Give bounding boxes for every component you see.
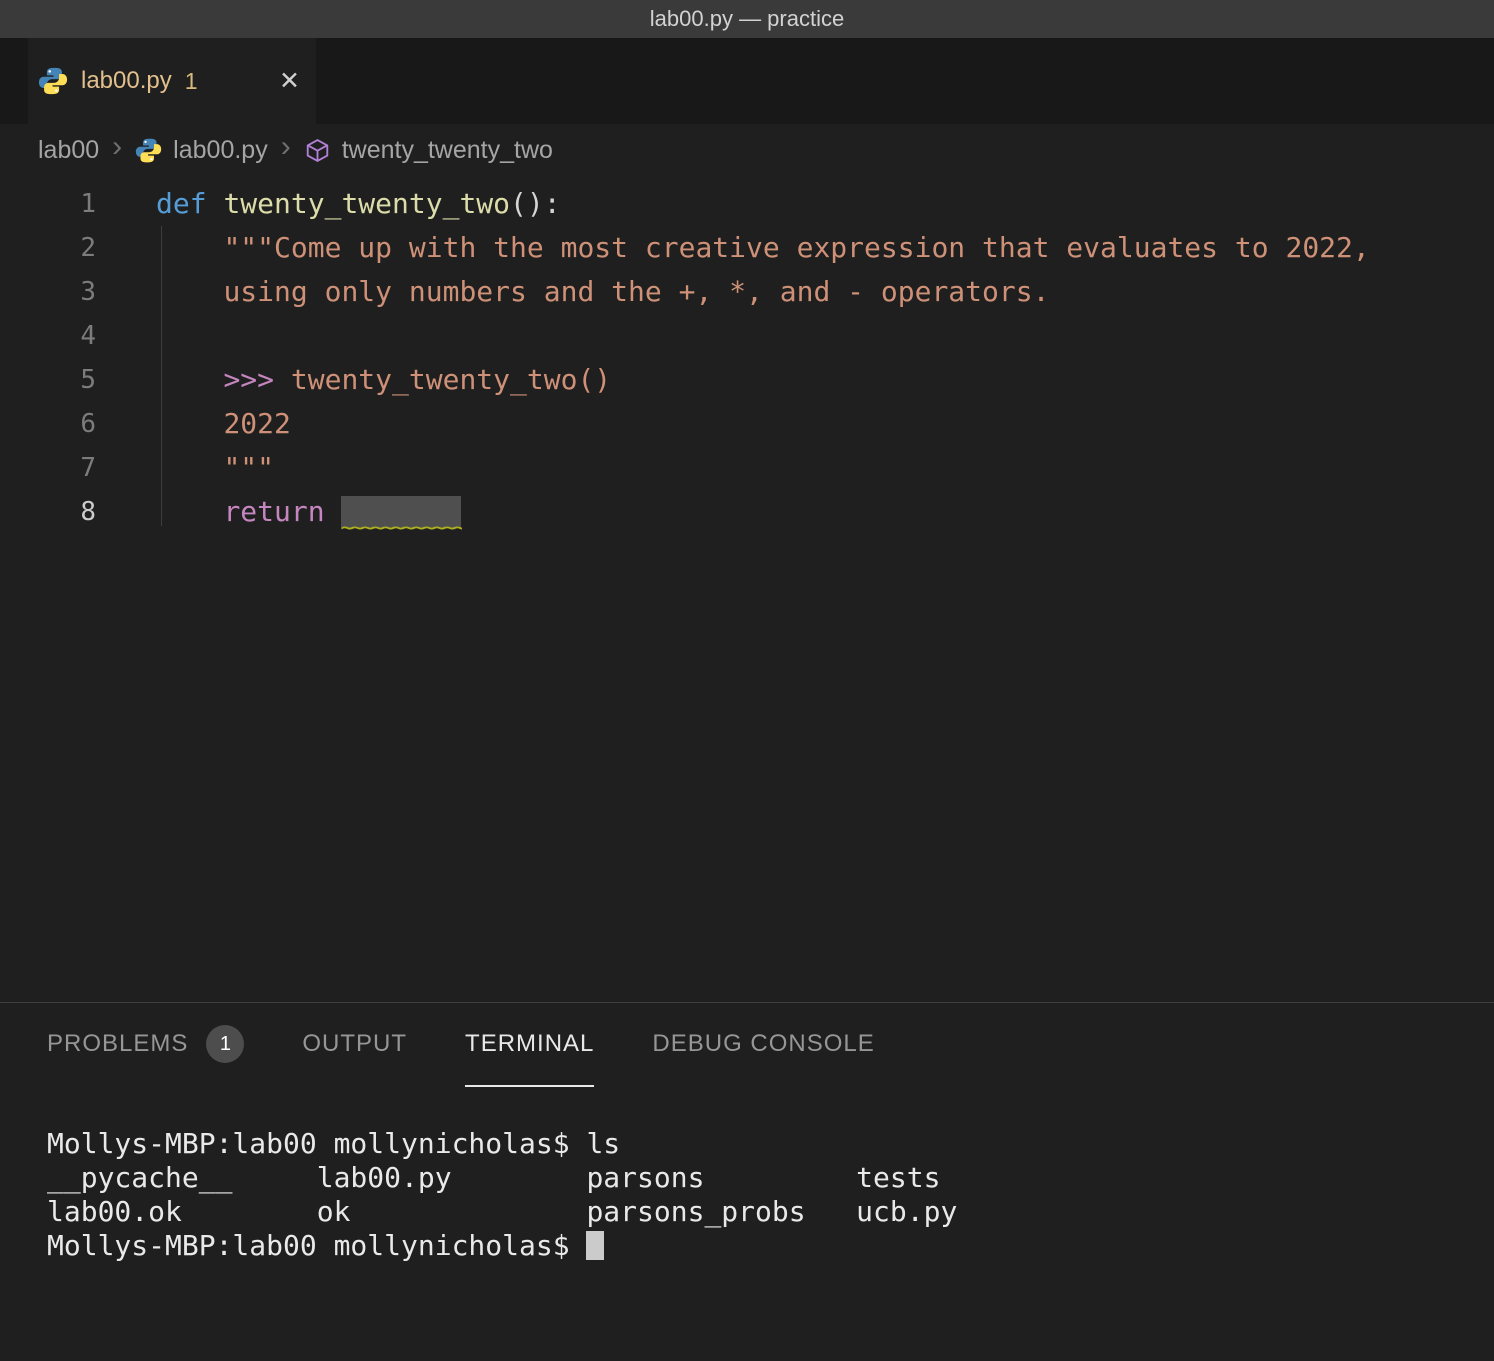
line-number: 7: [0, 446, 96, 490]
code-text: def twenty_twenty_two():: [156, 182, 561, 226]
panel-tab-terminal[interactable]: TERMINAL: [465, 1003, 594, 1087]
code-text: """: [156, 446, 274, 490]
terminal-cursor: [586, 1231, 604, 1260]
code-editor[interactable]: 1def twenty_twenty_two():2 """Come up wi…: [0, 176, 1494, 1002]
code-line[interactable]: 6 2022: [0, 402, 1494, 446]
breadcrumb: lab00 › lab00.py › twenty_twenty_two: [0, 124, 1494, 176]
tab-label: lab00.py: [81, 67, 172, 95]
code-text: return: [156, 490, 461, 534]
terminal-line: __pycache__ lab00.py parsons tests: [47, 1161, 1494, 1195]
terminal-prompt: Mollys-MBP:lab00 mollynicholas$: [47, 1229, 586, 1262]
code-line[interactable]: 7 """: [0, 446, 1494, 490]
chevron-right-icon: ›: [112, 132, 122, 162]
code-line[interactable]: 3 using only numbers and the +, *, and -…: [0, 270, 1494, 314]
code-line[interactable]: 1 def twenty_twenty_two():: [0, 182, 1494, 226]
terminal-line: Mollys-MBP:lab00 mollynicholas$ ls: [47, 1127, 1494, 1161]
panel-tab-problems[interactable]: PROBLEMS 1: [47, 1003, 244, 1087]
line-number: 5: [0, 358, 96, 402]
breadcrumb-item[interactable]: lab00: [38, 136, 99, 165]
code-text: using only numbers and the +, *, and - o…: [156, 270, 1049, 314]
panel-tab-label: DEBUG CONSOLE: [652, 1030, 874, 1058]
terminal-line: lab00.ok ok parsons_probs ucb.py: [47, 1195, 1494, 1229]
python-icon: [135, 137, 162, 164]
panel-tab-label: PROBLEMS: [47, 1030, 188, 1058]
bottom-panel: PROBLEMS 1 OUTPUT TERMINAL DEBUG CONSOLE Mol…: [0, 1002, 1494, 1361]
window-titlebar: lab00.py — practice: [0, 0, 1494, 38]
close-icon[interactable]: ✕: [279, 66, 300, 96]
panel-tab-debug-console[interactable]: DEBUG CONSOLE: [652, 1003, 874, 1087]
breadcrumb-item[interactable]: lab00.py: [173, 136, 268, 165]
panel-tab-output[interactable]: OUTPUT: [302, 1003, 407, 1087]
line-number: 8: [0, 490, 96, 534]
line-number: 4: [0, 314, 96, 358]
breadcrumb-item[interactable]: twenty_twenty_two: [342, 136, 553, 165]
code-text: >>> twenty_twenty_two(): [156, 358, 611, 402]
panel-tab-label: OUTPUT: [302, 1030, 407, 1058]
tab-bar: lab00.py 1 ✕: [0, 38, 1494, 124]
terminal[interactable]: Mollys-MBP:lab00 mollynicholas$ ls__pyca…: [0, 1087, 1494, 1263]
code-text: """Come up with the most creative expres…: [156, 226, 1370, 270]
line-number: 3: [0, 270, 96, 314]
python-icon: [38, 66, 68, 96]
chevron-right-icon: ›: [281, 132, 291, 162]
code-text: 2022: [156, 402, 291, 446]
line-number: 2: [0, 226, 96, 270]
code-line[interactable]: 8 return: [0, 490, 1494, 534]
tab-problems-badge: 1: [185, 68, 198, 95]
indent-guide: [161, 226, 162, 526]
code-line[interactable]: 5 >>> twenty_twenty_two(): [0, 358, 1494, 402]
selection-placeholder-warning: [341, 496, 461, 528]
tab-lab00py[interactable]: lab00.py 1 ✕: [28, 38, 316, 124]
line-number: 6: [0, 402, 96, 446]
terminal-prompt-line: Mollys-MBP:lab00 mollynicholas$: [47, 1229, 1494, 1263]
line-number: 1: [0, 182, 96, 226]
symbol-cube-icon: [304, 137, 331, 164]
window-title: lab00.py — practice: [650, 6, 844, 32]
code-line[interactable]: 4: [0, 314, 1494, 358]
code-line[interactable]: 2 """Come up with the most creative expr…: [0, 226, 1494, 270]
panel-tab-label: TERMINAL: [465, 1030, 594, 1058]
panel-tab-bar: PROBLEMS 1 OUTPUT TERMINAL DEBUG CONSOLE: [0, 1003, 1494, 1087]
problems-count-badge: 1: [206, 1025, 244, 1063]
